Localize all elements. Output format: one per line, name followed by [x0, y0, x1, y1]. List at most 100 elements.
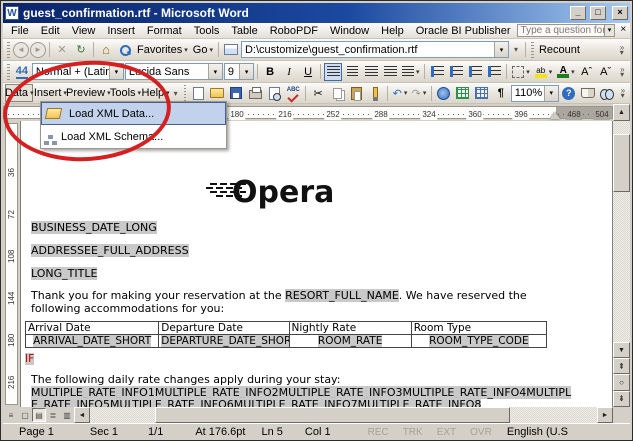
previous-page-button[interactable]: ⇞	[613, 358, 630, 374]
address-combo[interactable]: D:\customize\guest_confirmation.rtf ▾	[241, 41, 509, 58]
bip-menu-data[interactable]: Data	[5, 84, 33, 102]
scroll-left-button[interactable]: ◄	[74, 407, 90, 423]
menu-insert[interactable]: Insert	[101, 24, 141, 38]
menu-edit[interactable]: Edit	[35, 24, 66, 38]
vertical-ruler[interactable]: 36 72 108 144 180 216	[3, 121, 20, 407]
favorites-button[interactable]: Favorites	[135, 41, 190, 59]
reading-view-button[interactable]: ▥	[60, 408, 74, 422]
toolbar-options-button[interactable]: »▾	[617, 63, 628, 81]
numbering-button[interactable]	[428, 63, 446, 81]
insert-hyperlink-button[interactable]	[435, 84, 453, 102]
print-button[interactable]	[246, 84, 264, 102]
zoom-combo[interactable]: 110% ▾	[511, 85, 559, 102]
open-button[interactable]	[208, 84, 226, 102]
scroll-right-button[interactable]: ►	[597, 407, 613, 423]
print-layout-view-button[interactable]: ▤	[32, 408, 46, 422]
copy-button[interactable]	[328, 84, 346, 102]
redo-button[interactable]: ↷	[410, 84, 428, 102]
horizontal-scrollbar[interactable]: ≡ ▢ ▤ ≣ ▥ ◄ ►	[3, 407, 613, 423]
home-button[interactable]: ⌂	[97, 41, 115, 59]
menu-tools[interactable]: Tools	[188, 24, 226, 38]
field-if-marker[interactable]: IF	[25, 353, 34, 365]
style-combo[interactable]: Normal + (Latir ▾	[32, 63, 124, 80]
font-color-button[interactable]: A	[555, 63, 576, 81]
help-button[interactable]: ?	[560, 84, 578, 102]
status-ext-toggle[interactable]: EXT	[430, 427, 463, 438]
menu-item-load-xml-schema[interactable]: Load XML Schema...	[41, 125, 226, 148]
bold-button[interactable]: B	[261, 63, 279, 81]
border-button[interactable]	[510, 63, 531, 81]
increase-indent-button[interactable]	[485, 63, 503, 81]
status-trk-toggle[interactable]: TRK	[396, 427, 430, 438]
zoom-value[interactable]: 110%	[512, 87, 544, 99]
align-right-button[interactable]	[362, 63, 380, 81]
vertical-scrollbar-thumb[interactable]	[613, 134, 630, 192]
go-button[interactable]: Go	[191, 41, 215, 59]
grow-font-button[interactable]: Aˆ	[578, 63, 596, 81]
field-multiple-rate-info-line2[interactable]: E_RATE_INFO5MULTIPLE_RATE_INFO6MULTIPLE_…	[31, 398, 481, 407]
font-value[interactable]: Lucida Sans	[126, 66, 208, 78]
justify-button[interactable]	[381, 63, 399, 81]
next-page-button[interactable]: ⇟	[613, 391, 630, 407]
vertical-scrollbar[interactable]: ▼ ⇞ ○ ⇟	[613, 121, 630, 407]
document-page[interactable]: Opera BUSINESS_DATE_LONG ADDRESSEE_FULL_…	[20, 121, 613, 407]
field-long-title[interactable]: LONG_TITLE	[31, 267, 97, 280]
toolbar-grip[interactable]	[531, 42, 534, 58]
forward-button[interactable]: ►	[30, 42, 46, 58]
bip-menu-help[interactable]: Help	[142, 84, 170, 102]
toolbar-options-button[interactable]: »▾	[616, 41, 628, 59]
field-arrival-date[interactable]: ARRIVAL_DATE_SHORT	[33, 335, 151, 347]
indent-marker[interactable]	[550, 112, 560, 119]
search-web-button[interactable]	[116, 41, 134, 59]
font-size-dropdown-icon[interactable]: ▾	[239, 64, 253, 79]
insert-table-button[interactable]	[473, 84, 491, 102]
print-preview-button[interactable]	[265, 84, 283, 102]
find-button[interactable]	[598, 84, 616, 102]
italic-button[interactable]: I	[280, 63, 298, 81]
address-value[interactable]: D:\customize\guest_confirmation.rtf	[242, 44, 494, 56]
font-combo[interactable]: Lucida Sans ▾	[125, 63, 223, 80]
minimize-button[interactable]: _	[570, 6, 586, 20]
zoom-dropdown-icon[interactable]: ▾	[544, 86, 558, 101]
horizontal-scrollbar-thumb[interactable]	[155, 407, 510, 423]
font-size-combo[interactable]: 9 ▾	[224, 63, 254, 80]
styles-and-formatting-button[interactable]: 44	[13, 63, 31, 81]
menu-table[interactable]: Table	[225, 24, 263, 38]
paste-button[interactable]	[347, 84, 365, 102]
recount-button[interactable]: Recount	[537, 41, 582, 59]
read-button[interactable]	[579, 84, 597, 102]
field-business-date[interactable]: BUSINESS_DATE_LONG	[31, 221, 157, 234]
menu-robopdf[interactable]: RoboPDF	[264, 24, 324, 38]
decrease-indent-button[interactable]	[466, 63, 484, 81]
save-button[interactable]	[227, 84, 245, 102]
menu-help[interactable]: Help	[375, 24, 410, 38]
outline-view-button[interactable]: ≣	[46, 408, 60, 422]
format-painter-button[interactable]	[366, 84, 384, 102]
spelling-button[interactable]: ABC	[284, 84, 302, 102]
underline-button[interactable]: U	[299, 63, 317, 81]
status-rec-toggle[interactable]: REC	[361, 427, 396, 438]
address-dropdown-icon[interactable]: ▾	[494, 42, 508, 57]
menu-file[interactable]: File	[5, 24, 35, 38]
scroll-down-button[interactable]: ▼	[613, 342, 630, 358]
cut-button[interactable]: ✂	[309, 84, 327, 102]
align-center-button[interactable]	[343, 63, 361, 81]
field-departure-date[interactable]: DEPARTURE_DATE_SHORT	[161, 335, 289, 347]
highlight-button[interactable]: ab	[533, 63, 554, 81]
web-toolbar-options-button[interactable]: ▾	[510, 41, 522, 59]
menu-oracle-bi-publisher[interactable]: Oracle BI Publisher	[410, 24, 517, 38]
scroll-up-button[interactable]: ▲	[613, 104, 630, 121]
field-room-rate[interactable]: ROOM_RATE	[318, 335, 382, 347]
status-ovr-toggle[interactable]: OVR	[463, 427, 499, 438]
menu-window[interactable]: Window	[324, 24, 375, 38]
new-document-button[interactable]	[189, 84, 207, 102]
field-addressee-address[interactable]: ADDRESSEE_FULL_ADDRESS	[31, 244, 189, 257]
bullets-button[interactable]	[447, 63, 465, 81]
bip-menu-preview[interactable]: Preview	[67, 84, 109, 102]
align-left-button[interactable]	[324, 63, 342, 81]
show-hide-button[interactable]: ¶	[492, 84, 510, 102]
help-question-dropdown-icon[interactable]: ▾	[605, 24, 614, 37]
font-size-value[interactable]: 9	[225, 66, 239, 78]
normal-view-button[interactable]: ≡	[4, 408, 18, 422]
back-button[interactable]: ◄	[13, 42, 29, 58]
